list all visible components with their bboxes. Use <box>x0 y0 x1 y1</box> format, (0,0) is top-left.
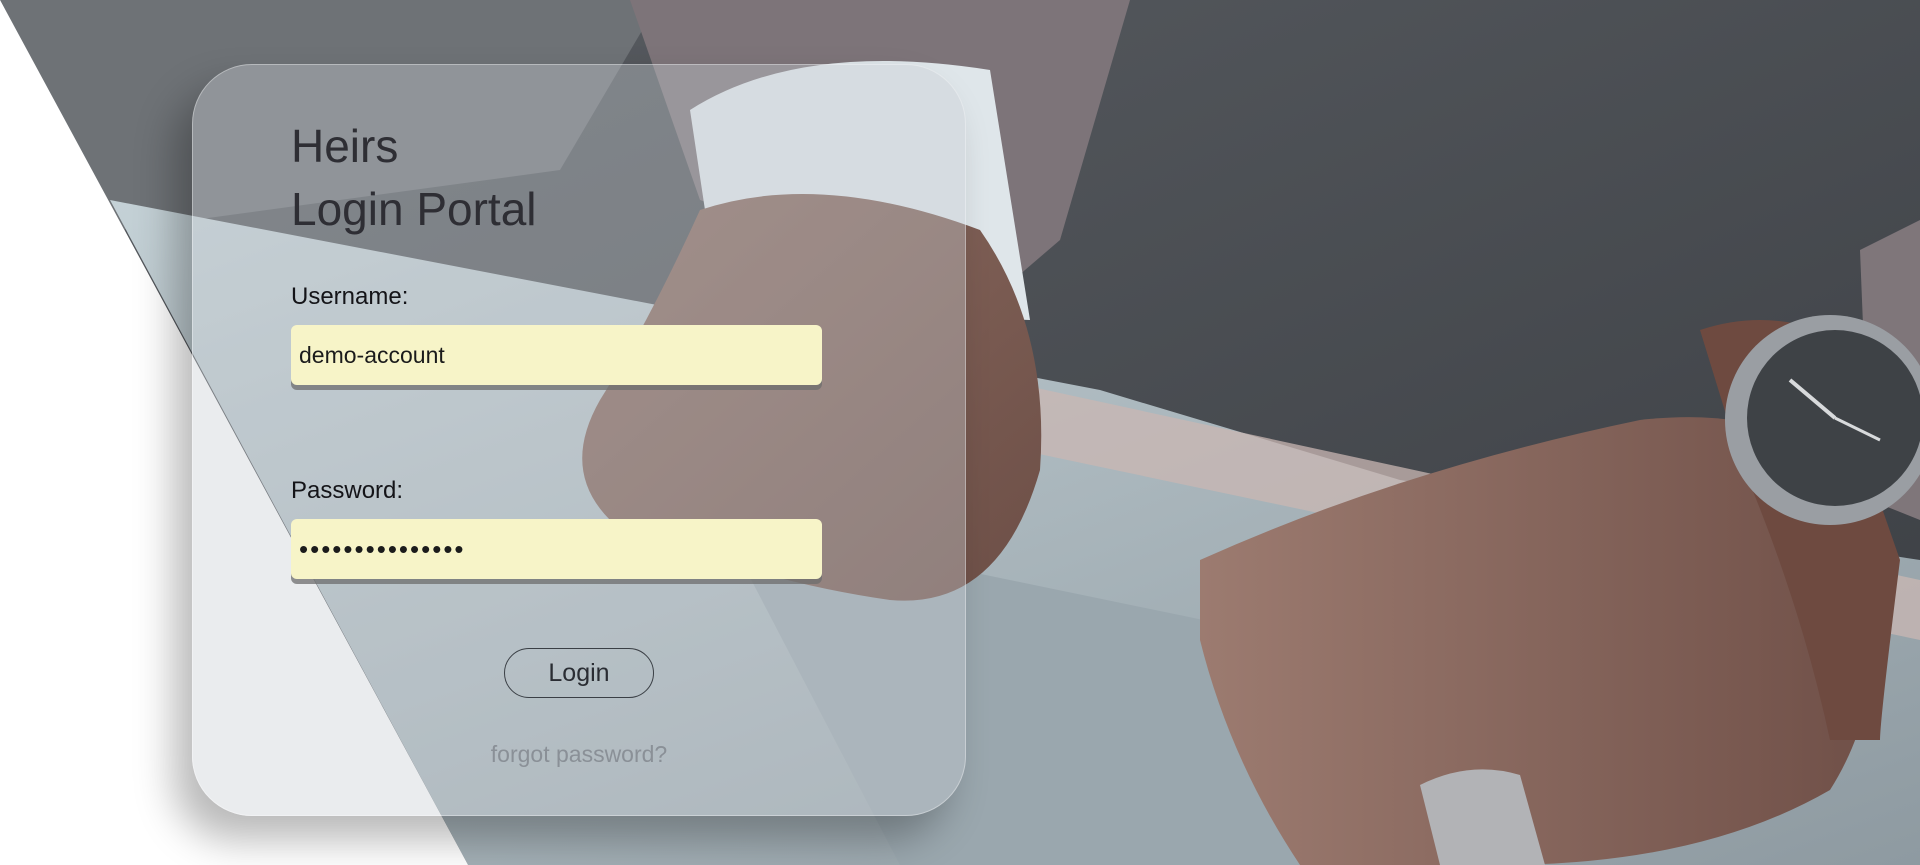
username-field[interactable] <box>291 325 822 385</box>
title-line-brand: Heirs <box>291 120 399 172</box>
title-line-portal: Login Portal <box>291 183 537 235</box>
login-page: Heirs Login Portal Username: Password: •… <box>0 0 1920 865</box>
page-title: Heirs Login Portal <box>291 115 537 241</box>
password-label: Password: <box>291 477 404 504</box>
password-field[interactable]: ••••••••••••••• <box>291 519 822 579</box>
login-button[interactable]: Login <box>504 648 654 698</box>
forgot-password-link[interactable]: forgot password? <box>443 741 715 768</box>
login-card: Heirs Login Portal Username: Password: •… <box>192 64 966 816</box>
username-label: Username: <box>291 283 409 310</box>
